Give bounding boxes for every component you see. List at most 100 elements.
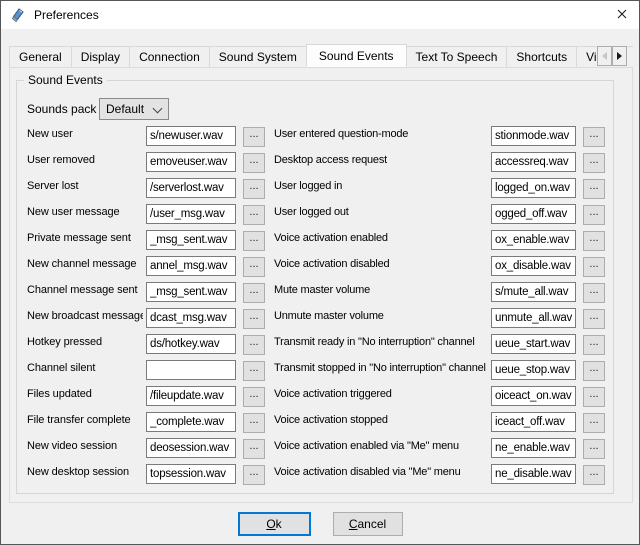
sound-file-input[interactable] — [146, 308, 236, 328]
event-label: Desktop access request — [274, 154, 488, 166]
event-label: New broadcast message — [27, 310, 143, 322]
browse-button[interactable]: ... — [243, 387, 265, 407]
sound-file-input[interactable] — [491, 438, 576, 458]
sound-file-input[interactable] — [491, 386, 576, 406]
event-label: File transfer complete — [27, 414, 143, 426]
tab-display[interactable]: Display — [71, 46, 130, 67]
sound-file-input[interactable] — [146, 464, 236, 484]
browse-button[interactable]: ... — [243, 465, 265, 485]
cancel-button-label: Cancel — [349, 517, 386, 531]
browse-button[interactable]: ... — [243, 361, 265, 381]
tab-general[interactable]: General — [9, 46, 72, 67]
close-button[interactable] — [605, 1, 639, 29]
preferences-dialog: Preferences GeneralDisplayConnectionSoun… — [0, 0, 640, 545]
tab-sound-events[interactable]: Sound Events — [306, 44, 407, 67]
browse-button[interactable]: ... — [243, 413, 265, 433]
browse-button[interactable]: ... — [583, 283, 605, 303]
sound-file-input[interactable] — [491, 464, 576, 484]
sound-file-input[interactable] — [491, 152, 576, 172]
tab-text-to-speech[interactable]: Text To Speech — [406, 46, 508, 67]
sound-event-row: New channel message ... Voice activation… — [17, 253, 613, 279]
sound-file-input[interactable] — [146, 386, 236, 406]
browse-button[interactable]: ... — [583, 335, 605, 355]
browse-button[interactable]: ... — [583, 439, 605, 459]
event-label: New video session — [27, 440, 143, 452]
browse-button[interactable]: ... — [583, 413, 605, 433]
tab-sound-system[interactable]: Sound System — [209, 46, 307, 67]
tab-scroll-left-button[interactable] — [597, 46, 612, 66]
cancel-button[interactable]: Cancel — [333, 512, 403, 536]
browse-button[interactable]: ... — [243, 153, 265, 173]
dialog-footer: Ok Cancel — [1, 512, 639, 536]
app-icon — [10, 7, 26, 23]
browse-button[interactable]: ... — [583, 205, 605, 225]
event-label: User logged out — [274, 206, 488, 218]
sound-file-input[interactable] — [491, 412, 576, 432]
sound-file-input[interactable] — [491, 256, 576, 276]
browse-button[interactable]: ... — [583, 387, 605, 407]
sound-file-input[interactable] — [491, 308, 576, 328]
tab-connection[interactable]: Connection — [129, 46, 210, 67]
sound-file-input[interactable] — [146, 438, 236, 458]
groupbox-title: Sound Events — [24, 73, 107, 87]
browse-button[interactable]: ... — [583, 231, 605, 251]
browse-button[interactable]: ... — [243, 127, 265, 147]
browse-button[interactable]: ... — [243, 179, 265, 199]
sound-event-row: Channel silent ... Transmit stopped in "… — [17, 357, 613, 383]
sound-file-input[interactable] — [491, 126, 576, 146]
tab-scroll-left-icon — [602, 52, 607, 60]
sound-event-row: New desktop session ... Voice activation… — [17, 461, 613, 487]
browse-button[interactable]: ... — [243, 309, 265, 329]
browse-button[interactable]: ... — [583, 465, 605, 485]
event-label: Hotkey pressed — [27, 336, 143, 348]
browse-button[interactable]: ... — [583, 361, 605, 381]
browse-button[interactable]: ... — [583, 153, 605, 173]
sounds-pack-value: Default — [106, 102, 144, 116]
event-label: New user — [27, 128, 143, 140]
browse-button[interactable]: ... — [583, 257, 605, 277]
browse-button[interactable]: ... — [583, 309, 605, 329]
browse-button[interactable]: ... — [243, 257, 265, 277]
sound-file-input[interactable] — [146, 256, 236, 276]
sound-file-input[interactable] — [146, 204, 236, 224]
event-label: New channel message — [27, 258, 143, 270]
tab-shortcuts[interactable]: Shortcuts — [506, 46, 577, 67]
sounds-pack-row: Sounds pack Default — [27, 98, 169, 120]
sound-file-input[interactable] — [491, 282, 576, 302]
tab-scroll-right-icon — [617, 52, 622, 60]
sound-file-input[interactable] — [491, 178, 576, 198]
event-label: Unmute master volume — [274, 310, 488, 322]
event-label: Mute master volume — [274, 284, 488, 296]
sound-file-input[interactable] — [146, 152, 236, 172]
sound-event-row: Files updated ... Voice activation trigg… — [17, 383, 613, 409]
sound-file-input[interactable] — [146, 360, 236, 380]
browse-button[interactable]: ... — [243, 231, 265, 251]
event-label: Files updated — [27, 388, 143, 400]
browse-button[interactable]: ... — [243, 205, 265, 225]
sounds-pack-label: Sounds pack — [27, 102, 99, 116]
sound-file-input[interactable] — [491, 360, 576, 380]
event-label: Voice activation disabled — [274, 258, 488, 270]
event-label: New desktop session — [27, 466, 143, 478]
browse-button[interactable]: ... — [583, 127, 605, 147]
browse-button[interactable]: ... — [243, 283, 265, 303]
tab-scroll-right-button[interactable] — [612, 46, 627, 66]
sound-event-row: New video session ... Voice activation e… — [17, 435, 613, 461]
sounds-pack-select[interactable]: Default — [99, 98, 169, 120]
sound-file-input[interactable] — [491, 204, 576, 224]
sound-file-input[interactable] — [146, 334, 236, 354]
sound-file-input[interactable] — [146, 230, 236, 250]
sound-file-input[interactable] — [491, 334, 576, 354]
browse-button[interactable]: ... — [243, 335, 265, 355]
sound-event-row: New broadcast message ... Unmute master … — [17, 305, 613, 331]
event-label: New user message — [27, 206, 143, 218]
sound-file-input[interactable] — [146, 178, 236, 198]
sound-file-input[interactable] — [146, 412, 236, 432]
sound-file-input[interactable] — [146, 282, 236, 302]
sound-file-input[interactable] — [146, 126, 236, 146]
sound-file-input[interactable] — [491, 230, 576, 250]
browse-button[interactable]: ... — [243, 439, 265, 459]
event-label: Private message sent — [27, 232, 143, 244]
ok-button[interactable]: Ok — [238, 512, 311, 536]
browse-button[interactable]: ... — [583, 179, 605, 199]
